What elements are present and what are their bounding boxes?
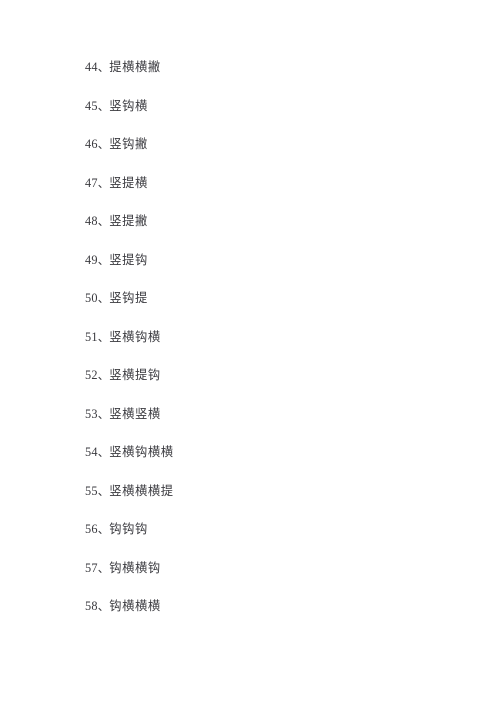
list-item-number: 55 bbox=[85, 483, 98, 498]
list-item-separator: 、 bbox=[97, 599, 110, 613]
list-item-text: 钩横横横 bbox=[109, 599, 161, 613]
list-item: 46、竖钩撇 bbox=[85, 125, 460, 164]
list-item-text: 竖提钩 bbox=[109, 252, 148, 267]
list-item-number: 45 bbox=[85, 98, 98, 113]
list-item-separator: 、 bbox=[97, 214, 110, 228]
list-item: 54、竖横钩横横 bbox=[85, 433, 460, 472]
list-item-separator: 、 bbox=[97, 560, 110, 575]
list-item-number: 47 bbox=[85, 175, 98, 190]
list-item-separator: 、 bbox=[97, 98, 110, 113]
list-item-text: 竖横横横提 bbox=[109, 483, 174, 498]
list-item-text: 竖钩提 bbox=[109, 291, 148, 305]
document-page: 44、提横横撇 45、竖钩横 46、竖钩撇 47、竖提横 48、竖提撇 49、竖提钩 50、… bbox=[0, 0, 500, 707]
list-item-separator: 、 bbox=[97, 368, 110, 382]
list-item-number: 58 bbox=[85, 599, 98, 613]
list-item: 56、钩钩钩 bbox=[85, 510, 460, 549]
list-item-separator: 、 bbox=[97, 252, 110, 267]
list-item-number: 52 bbox=[85, 368, 98, 382]
list-item: 58、钩横横横 bbox=[85, 587, 460, 626]
list-item-number: 50 bbox=[85, 291, 98, 305]
list-item-number: 54 bbox=[85, 445, 98, 459]
list-item: 44、提横横撇 bbox=[85, 48, 460, 87]
list-item-separator: 、 bbox=[97, 445, 110, 459]
list-item-text: 竖提横 bbox=[109, 175, 148, 190]
numbered-list: 44、提横横撇 45、竖钩横 46、竖钩撇 47、竖提横 48、竖提撇 49、竖提钩 50、… bbox=[85, 48, 460, 626]
list-item: 48、竖提撇 bbox=[85, 202, 460, 241]
list-item: 45、竖钩横 bbox=[85, 87, 460, 126]
list-item-number: 49 bbox=[85, 252, 98, 267]
list-item-separator: 、 bbox=[97, 137, 110, 151]
list-item-text: 竖提撇 bbox=[109, 214, 148, 228]
list-item: 55、竖横横横提 bbox=[85, 472, 460, 511]
list-item-number: 46 bbox=[85, 137, 98, 151]
list-item: 50、竖钩提 bbox=[85, 279, 460, 318]
list-item-number: 51 bbox=[85, 329, 98, 344]
list-item-number: 48 bbox=[85, 214, 98, 228]
list-item-text: 提横横撇 bbox=[109, 60, 161, 74]
list-item-text: 竖钩撇 bbox=[109, 137, 148, 151]
list-item-separator: 、 bbox=[97, 291, 110, 305]
list-item-separator: 、 bbox=[97, 483, 110, 498]
list-item: 47、竖提横 bbox=[85, 164, 460, 203]
list-item-separator: 、 bbox=[97, 522, 110, 536]
list-item-text: 竖横钩横 bbox=[109, 329, 161, 344]
list-item-text: 竖横竖横 bbox=[109, 406, 161, 421]
list-item-number: 53 bbox=[85, 406, 98, 421]
list-item-separator: 、 bbox=[97, 175, 110, 190]
list-item-number: 56 bbox=[85, 522, 98, 536]
list-item-text: 钩钩钩 bbox=[109, 522, 148, 536]
list-item-number: 57 bbox=[85, 560, 98, 575]
list-item-separator: 、 bbox=[97, 329, 110, 344]
list-item: 49、竖提钩 bbox=[85, 241, 460, 280]
list-item-separator: 、 bbox=[97, 60, 110, 74]
list-item: 53、竖横竖横 bbox=[85, 395, 460, 434]
list-item-text: 竖钩横 bbox=[109, 98, 148, 113]
list-item: 57、钩横横钩 bbox=[85, 549, 460, 588]
list-item-text: 竖横钩横横 bbox=[109, 445, 174, 459]
list-item-text: 钩横横钩 bbox=[109, 560, 161, 575]
list-item-number: 44 bbox=[85, 60, 98, 74]
list-item-separator: 、 bbox=[97, 406, 110, 421]
list-item: 51、竖横钩横 bbox=[85, 318, 460, 357]
list-item-text: 竖横提钩 bbox=[109, 368, 161, 382]
list-item: 52、竖横提钩 bbox=[85, 356, 460, 395]
